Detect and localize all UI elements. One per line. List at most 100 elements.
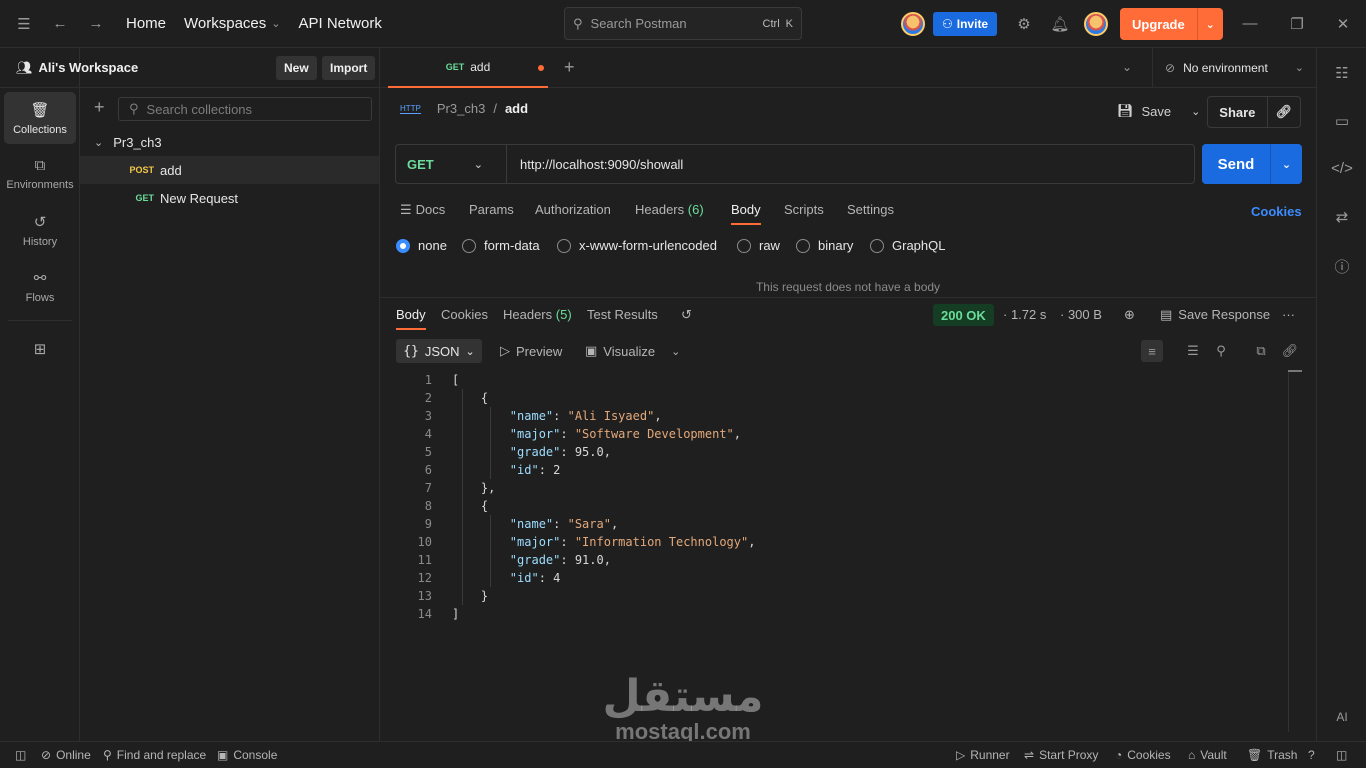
menu-icon[interactable]: ☰ xyxy=(6,0,42,48)
response-tab-body[interactable]: Body xyxy=(396,307,426,330)
collections-search-input[interactable]: ⚲ Search collections xyxy=(118,97,372,121)
console-button[interactable]: ▣ Console xyxy=(217,748,277,762)
filter-icon[interactable]: ☰ xyxy=(1182,340,1204,362)
related-collections-icon[interactable]: ⇄ xyxy=(1317,208,1366,226)
share-button[interactable]: Share 🔗︎ xyxy=(1207,96,1301,128)
chevron-down-icon[interactable]: ⌄ xyxy=(1191,105,1200,118)
documentation-icon[interactable]: ☷ xyxy=(1317,64,1366,82)
cookies-link[interactable]: Cookies xyxy=(1251,204,1302,219)
comments-icon[interactable]: ▭ xyxy=(1317,112,1366,130)
runner-button[interactable]: ▷ Runner xyxy=(956,748,1010,762)
body-type-form-data[interactable]: form-data xyxy=(462,238,540,253)
line-number: 8 xyxy=(424,499,432,513)
chevron-down-icon[interactable]: ⌄ xyxy=(671,345,680,358)
tabs-dropdown-chevron-icon[interactable]: ⌄ xyxy=(1122,60,1132,74)
url-input[interactable]: http://localhost:9090/showall xyxy=(507,157,683,172)
trash-icon: 🗑︎ xyxy=(1247,748,1263,762)
search-input[interactable]: ⚲ Search Postman Ctrl K xyxy=(564,7,802,40)
search-icon[interactable]: ⚲ xyxy=(1210,340,1232,362)
rail-environments[interactable]: ⧉ Environments xyxy=(4,148,76,200)
trash-button[interactable]: 🗑︎ Trash xyxy=(1247,748,1297,762)
nav-home[interactable]: Home xyxy=(126,15,166,32)
vault-button[interactable]: ⌂ Vault xyxy=(1188,748,1227,762)
tab-add[interactable]: GET add xyxy=(388,48,548,88)
save-response-button[interactable]: ▤ Save Response xyxy=(1160,307,1270,323)
layout-toggle-icon[interactable]: ◫ xyxy=(1336,748,1347,762)
response-tab-cookies[interactable]: Cookies xyxy=(441,307,488,322)
body-type-none[interactable]: none xyxy=(396,238,447,253)
team-avatar[interactable] xyxy=(901,12,925,36)
nav-workspaces[interactable]: Workspaces ⌄ xyxy=(184,15,280,32)
cookies-button[interactable]: ◔ Cookies xyxy=(1115,748,1171,762)
tab-params[interactable]: Params xyxy=(469,202,514,217)
response-tab-test-results[interactable]: Test Results xyxy=(587,307,658,322)
tab-settings[interactable]: Settings xyxy=(847,202,894,217)
invite-button[interactable]: ⚇ Invite xyxy=(933,12,998,36)
info-icon[interactable]: ⓘ xyxy=(1317,256,1366,277)
copy-icon[interactable]: ⧉ xyxy=(1250,340,1272,362)
link-icon[interactable]: 🔗︎ xyxy=(1279,340,1301,362)
breadcrumb-collection[interactable]: Pr3_ch3 xyxy=(437,101,485,116)
start-proxy-button[interactable]: ⇌ Start Proxy xyxy=(1024,748,1098,762)
body-type-raw[interactable]: raw xyxy=(737,238,780,253)
tab-body[interactable]: Body xyxy=(731,202,761,225)
method-select[interactable]: GET ⌄ xyxy=(396,145,507,183)
user-avatar[interactable] xyxy=(1084,12,1108,36)
wrap-lines-icon[interactable]: ≡ xyxy=(1141,340,1163,362)
new-tab-plus-icon[interactable]: + xyxy=(564,57,575,78)
visualize-button[interactable]: ▣ Visualize ⌄ xyxy=(585,343,680,359)
import-button[interactable]: Import xyxy=(322,56,376,80)
tab-authorization[interactable]: Authorization xyxy=(535,202,611,217)
network-globe-icon[interactable]: ⊕ xyxy=(1124,307,1135,323)
find-replace-button[interactable]: ⚲ Find and replace xyxy=(103,748,206,762)
response-time[interactable]: · 1.72 s xyxy=(1003,307,1046,322)
add-collection-icon[interactable]: + xyxy=(94,97,105,118)
collection-item[interactable]: ⌄ Pr3_ch3 xyxy=(80,128,379,156)
help-icon[interactable]: ? xyxy=(1308,748,1315,762)
save-button[interactable]: 💾︎ Save ⌄ xyxy=(1117,103,1200,119)
breadcrumb-request[interactable]: add xyxy=(505,101,528,116)
more-options-icon[interactable]: ··· xyxy=(1282,307,1295,322)
environment-selector[interactable]: ⊘ No environment ⌄ xyxy=(1152,48,1316,88)
close-window-icon[interactable]: ✕ xyxy=(1325,0,1361,48)
new-button[interactable]: New xyxy=(276,56,317,80)
response-body-editor[interactable]: 1[2 {3 "name": "Ali Isyaed", 4 "major": "… xyxy=(396,371,1286,623)
status-badge[interactable]: 200 OK xyxy=(933,304,994,326)
toggle-sidebar-icon[interactable]: ◫ xyxy=(15,748,26,762)
chevron-down-icon[interactable]: ⌄ xyxy=(1196,8,1223,40)
chevron-down-icon[interactable]: ⌄ xyxy=(1270,144,1302,184)
format-select[interactable]: {} JSON ⌄ xyxy=(396,339,482,363)
copy-link-icon[interactable]: 🔗︎ xyxy=(1266,97,1300,127)
forward-arrow-icon[interactable]: → xyxy=(78,0,114,48)
workspace-name[interactable]: Ali's Workspace xyxy=(39,60,139,75)
minimize-window-icon[interactable]: — xyxy=(1232,0,1268,48)
ai-assistant-icon[interactable]: AI xyxy=(1317,710,1366,724)
upgrade-button[interactable]: Upgrade ⌄ xyxy=(1120,8,1223,40)
response-tab-headers[interactable]: Headers (5) xyxy=(503,307,572,322)
send-button[interactable]: Send ⌄ xyxy=(1202,144,1302,184)
tab-headers[interactable]: Headers (6) xyxy=(635,202,704,217)
nav-api-network[interactable]: API Network xyxy=(299,15,382,32)
rail-history[interactable]: ↺ History xyxy=(4,204,76,256)
notifications-bell-icon[interactable]: 🔔︎ xyxy=(1042,0,1078,48)
body-type-binary[interactable]: binary xyxy=(796,238,853,253)
rail-collections[interactable]: 🗑︎ Collections xyxy=(4,92,76,144)
rail-flows[interactable]: ⚯ Flows xyxy=(4,260,76,312)
request-item-add[interactable]: POST add xyxy=(80,156,379,184)
tab-scripts[interactable]: Scripts xyxy=(784,202,824,217)
editor-scrollbar[interactable] xyxy=(1288,370,1302,372)
body-type-graphql[interactable]: GraphQL xyxy=(870,238,945,253)
request-item-new-request[interactable]: GET New Request xyxy=(80,184,379,212)
settings-gear-icon[interactable]: ⚙ xyxy=(1006,0,1042,48)
preview-button[interactable]: ▷ Preview xyxy=(500,343,562,359)
maximize-window-icon[interactable]: ❐ xyxy=(1279,0,1315,48)
body-type-urlencoded[interactable]: x-www-form-urlencoded xyxy=(557,238,717,253)
response-divider[interactable] xyxy=(380,297,1316,298)
online-status[interactable]: ⊘ Online xyxy=(41,748,91,762)
rail-configure[interactable]: ⊞ xyxy=(4,329,76,369)
response-history-icon[interactable]: ↺ xyxy=(681,307,692,323)
code-icon[interactable]: </> xyxy=(1317,160,1366,177)
back-arrow-icon[interactable]: ← xyxy=(42,0,78,48)
response-size[interactable]: · 300 B xyxy=(1060,307,1102,322)
tab-docs[interactable]: ☰ Docs xyxy=(400,202,445,218)
